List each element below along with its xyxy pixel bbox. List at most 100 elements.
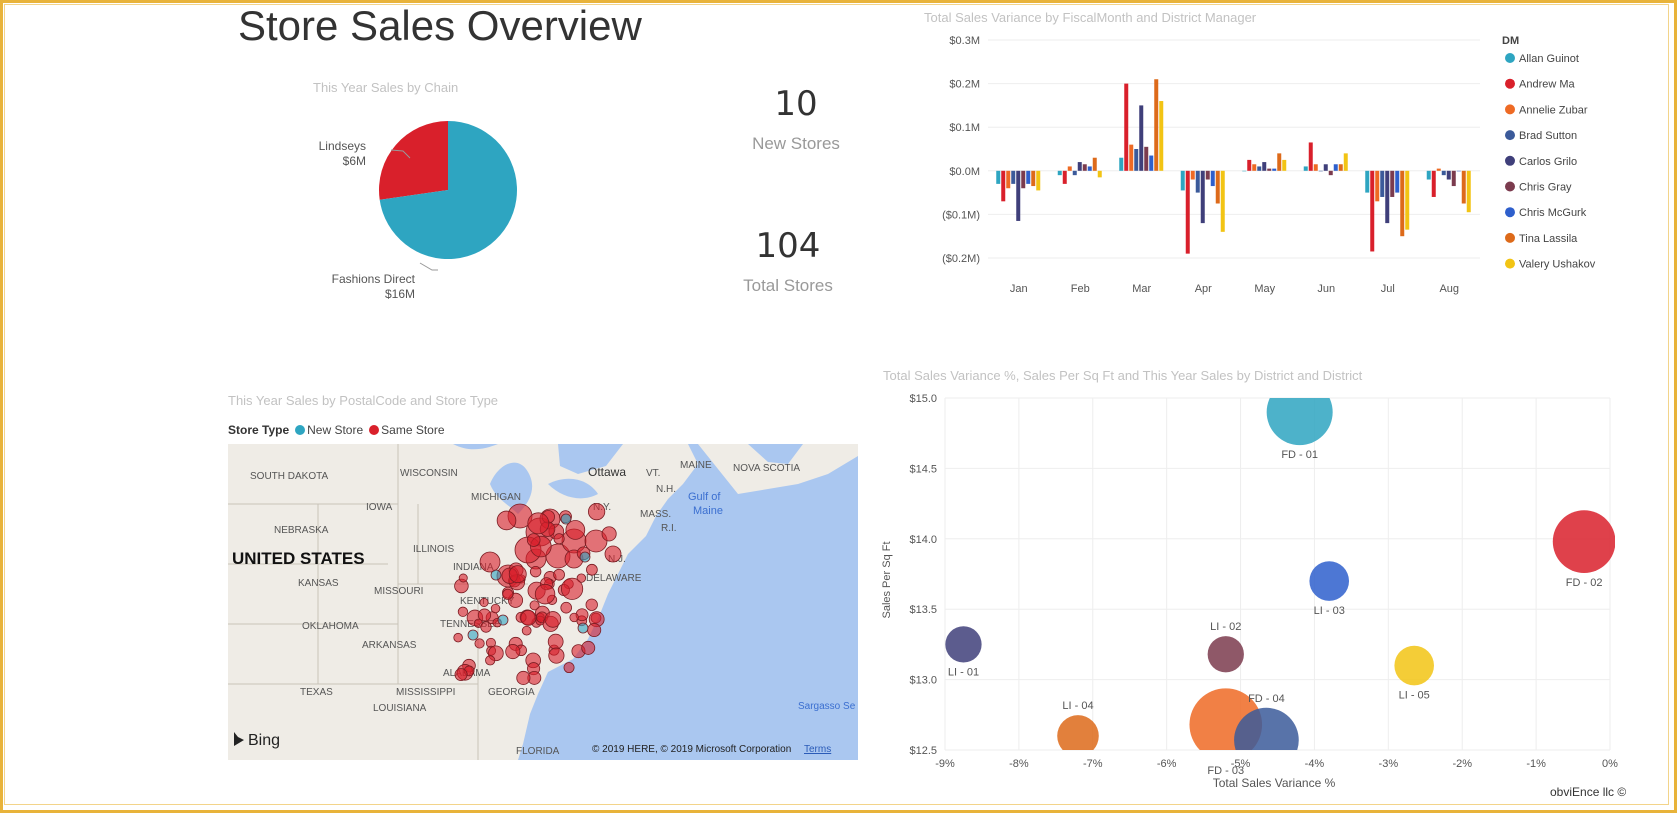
- map-store-marker[interactable]: [581, 640, 596, 655]
- map-store-marker[interactable]: [547, 633, 564, 650]
- map-terms-link[interactable]: Terms: [804, 744, 831, 755]
- map-store-marker[interactable]: [548, 647, 565, 664]
- map-store-marker[interactable]: [457, 606, 469, 617]
- bar-mar-annelie-zubar[interactable]: [1129, 144, 1134, 171]
- bar-apr-carlos-grilo[interactable]: [1200, 170, 1205, 224]
- map-store-marker[interactable]: [553, 568, 565, 581]
- bar-jul-andrew-ma[interactable]: [1370, 170, 1375, 252]
- bar-feb-chris-gray[interactable]: [1082, 164, 1087, 171]
- bar-jul-carlos-grilo[interactable]: [1385, 170, 1390, 224]
- bar-jun-andrew-ma[interactable]: [1308, 142, 1313, 171]
- bar-apr-brad-sutton[interactable]: [1195, 170, 1200, 193]
- scatter-point-li-03[interactable]: [1309, 561, 1350, 601]
- bar-mar-chris-mcgurk[interactable]: [1149, 155, 1154, 171]
- bar-aug-valery-ushakov[interactable]: [1466, 170, 1471, 213]
- bar-feb-tina-lassila[interactable]: [1092, 157, 1097, 171]
- scatter-point-fd-01[interactable]: [1266, 388, 1333, 446]
- map-store-marker[interactable]: [479, 551, 501, 573]
- bar-mar-valery-ushakov[interactable]: [1159, 101, 1164, 171]
- bar-mar-chris-gray[interactable]: [1144, 146, 1149, 171]
- map-store-marker[interactable]: [579, 551, 591, 563]
- bar-apr-andrew-ma[interactable]: [1185, 170, 1190, 254]
- map-store-marker[interactable]: [534, 583, 556, 605]
- bar-feb-carlos-grilo[interactable]: [1077, 162, 1082, 171]
- bar-aug-annelie-zubar[interactable]: [1436, 168, 1441, 171]
- bar-jul-chris-mcgurk[interactable]: [1395, 170, 1400, 193]
- map-store-marker[interactable]: [502, 588, 514, 600]
- bar-may-andrew-ma[interactable]: [1247, 159, 1252, 171]
- map-store-marker[interactable]: [587, 502, 606, 521]
- map-store-marker[interactable]: [601, 526, 617, 542]
- map-store-marker[interactable]: [553, 533, 565, 545]
- bar-apr-tina-lassila[interactable]: [1215, 170, 1220, 204]
- scatter-point-li-02[interactable]: [1207, 636, 1244, 673]
- map-store-marker[interactable]: [490, 569, 502, 581]
- bar-mar-andrew-ma[interactable]: [1124, 83, 1129, 171]
- map-store-marker[interactable]: [505, 644, 521, 660]
- bar-apr-annelie-zubar[interactable]: [1190, 170, 1195, 180]
- bar-jan-tina-lassila[interactable]: [1031, 170, 1036, 187]
- map-store-marker[interactable]: [508, 565, 527, 584]
- bar-jan-allan-guinot[interactable]: [996, 170, 1001, 184]
- bar-jun-carlos-grilo[interactable]: [1323, 164, 1328, 171]
- bar-mar-allan-guinot[interactable]: [1119, 157, 1124, 171]
- bar-jan-andrew-ma[interactable]: [1001, 170, 1006, 202]
- bar-jan-annelie-zubar[interactable]: [1006, 170, 1011, 189]
- bar-may-valery-ushakov[interactable]: [1282, 159, 1287, 171]
- bar-may-chris-mcgurk[interactable]: [1272, 168, 1277, 171]
- map-store-marker[interactable]: [497, 614, 509, 626]
- map-store-marker[interactable]: [577, 622, 589, 634]
- bar-aug-chris-mcgurk[interactable]: [1456, 170, 1461, 172]
- bar-jul-brad-sutton[interactable]: [1380, 170, 1385, 197]
- scatter-point-li-01[interactable]: [945, 626, 982, 663]
- bar-feb-annelie-zubar[interactable]: [1067, 166, 1072, 171]
- bar-jan-chris-mcgurk[interactable]: [1026, 170, 1031, 184]
- map-store-marker[interactable]: [474, 638, 485, 649]
- bar-mar-brad-sutton[interactable]: [1134, 149, 1139, 171]
- bar-feb-brad-sutton[interactable]: [1072, 170, 1077, 176]
- map-store-marker[interactable]: [563, 662, 575, 674]
- bar-may-chris-gray[interactable]: [1267, 168, 1272, 171]
- bar-jun-valery-ushakov[interactable]: [1343, 153, 1348, 171]
- bar-may-carlos-grilo[interactable]: [1262, 162, 1267, 171]
- map-store-marker[interactable]: [527, 512, 550, 535]
- bar-aug-allan-guinot[interactable]: [1426, 170, 1431, 180]
- map-store-marker[interactable]: [485, 655, 496, 666]
- bar-feb-allan-guinot[interactable]: [1057, 170, 1062, 176]
- map-store-marker[interactable]: [529, 565, 542, 578]
- map-store-marker[interactable]: [467, 629, 479, 641]
- map-store-marker[interactable]: [560, 601, 572, 614]
- bar-jan-carlos-grilo[interactable]: [1016, 170, 1021, 221]
- scatter-chart[interactable]: -9% -8% -7% -6% -5% -4% -3% -2% -1% 0%$15.0$14.5$…: [876, 388, 1620, 790]
- bar-jun-annelie-zubar[interactable]: [1313, 164, 1318, 171]
- map-store-marker[interactable]: [453, 632, 463, 643]
- map-store-marker[interactable]: [521, 625, 532, 636]
- map-store-marker[interactable]: [585, 598, 598, 611]
- bar-jul-valery-ushakov[interactable]: [1405, 170, 1410, 230]
- bar-apr-chris-mcgurk[interactable]: [1210, 170, 1215, 187]
- map-store-marker[interactable]: [560, 513, 572, 525]
- map-store-marker[interactable]: [454, 668, 468, 682]
- bar-may-allan-guinot[interactable]: [1242, 170, 1247, 172]
- bar-aug-tina-lassila[interactable]: [1461, 170, 1466, 204]
- bar-jun-tina-lassila[interactable]: [1338, 164, 1343, 171]
- map-store-marker[interactable]: [587, 623, 602, 638]
- map-store-marker[interactable]: [490, 603, 501, 614]
- bar-jan-chris-gray[interactable]: [1021, 170, 1026, 189]
- bar-apr-valery-ushakov[interactable]: [1220, 170, 1225, 232]
- map-store-marker[interactable]: [586, 563, 598, 576]
- bar-mar-carlos-grilo[interactable]: [1139, 105, 1144, 171]
- bar-may-tina-lassila[interactable]: [1277, 153, 1282, 171]
- bar-jun-brad-sutton[interactable]: [1318, 170, 1323, 172]
- bar-jun-allan-guinot[interactable]: [1303, 166, 1308, 171]
- map-store-marker[interactable]: [458, 573, 468, 583]
- pie-chart[interactable]: Lindseys $6M Fashions Direct $16M: [300, 100, 560, 310]
- pie-slice-lindseys[interactable]: [379, 121, 448, 200]
- bar-chart[interactable]: $0.3M $0.2M $0.1M $0.0M ($0.1M) ($0.2M) Jan Feb…: [920, 28, 1630, 308]
- bar-jul-tina-lassila[interactable]: [1400, 170, 1405, 237]
- bar-jul-annelie-zubar[interactable]: [1375, 170, 1380, 202]
- store-map[interactable]: SOUTH DAKOTA WISCONSIN Ottawa VT. MAINE …: [228, 444, 858, 760]
- bar-may-brad-sutton[interactable]: [1257, 166, 1262, 171]
- bar-jan-brad-sutton[interactable]: [1011, 170, 1016, 184]
- bar-apr-allan-guinot[interactable]: [1180, 170, 1185, 191]
